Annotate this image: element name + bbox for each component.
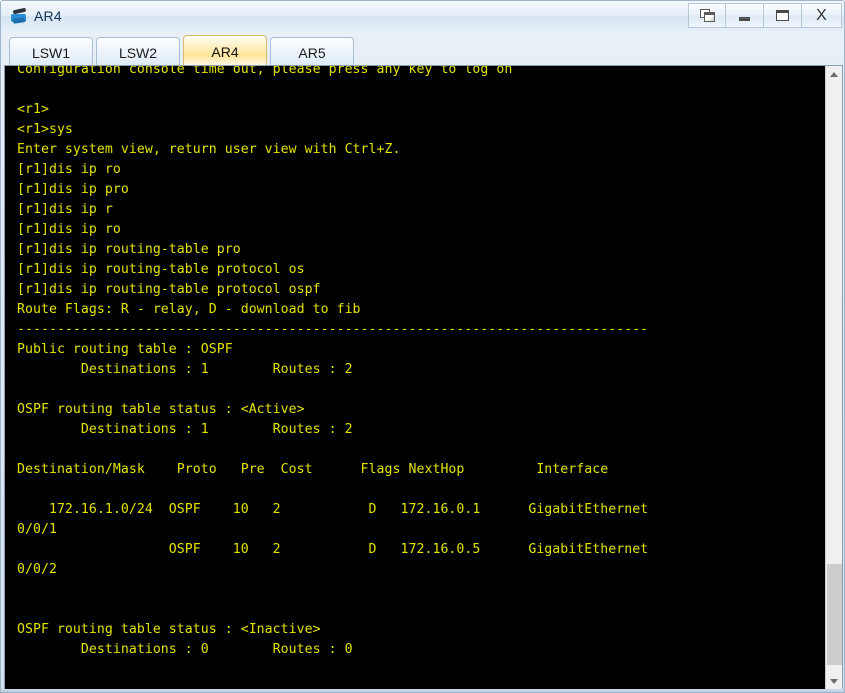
console-line: OSPF routing table status : <Active> (17, 402, 305, 417)
console-line: 172.16.1.0/24 OSPF 10 2 D 172.16.0.1 Gig… (17, 502, 649, 517)
minimize-button[interactable] (726, 3, 764, 28)
console-line: <r1> (17, 102, 49, 117)
title-bar[interactable]: AR4 X (1, 1, 844, 31)
tab-label: AR4 (211, 43, 239, 60)
console-line: Destinations : 0 Routes : 0 (17, 642, 353, 657)
minimize-icon (739, 17, 750, 21)
close-button[interactable]: X (802, 3, 842, 28)
device-tab-strip: LSW1 LSW2 AR4 AR5 (1, 31, 844, 67)
console-line: Destination/Mask Proto Pre Cost Flags Ne… (17, 462, 609, 477)
console-line: Configuration console time out, please p… (17, 66, 513, 77)
scrollbar-thumb[interactable] (827, 564, 842, 665)
window-controls: X (688, 3, 842, 29)
tab-lsw1[interactable]: LSW1 (9, 37, 93, 67)
console-line: [r1]dis ip routing-table pro (17, 242, 241, 257)
tab-label: LSW1 (31, 44, 71, 61)
restore-windows-button[interactable] (688, 3, 726, 28)
console-line: OSPF 10 2 D 172.16.0.5 GigabitEthernet (17, 542, 649, 557)
chevron-down-icon (830, 679, 838, 684)
restore-windows-icon (699, 9, 715, 22)
scroll-down-button[interactable] (826, 673, 842, 690)
router-icon (10, 7, 28, 25)
console-line: Route Flags: R - relay, D - download to … (17, 302, 361, 317)
console-output[interactable]: Configuration console time out, please p… (5, 66, 825, 690)
tab-label: LSW2 (118, 44, 158, 61)
console-line: ----------------------------------------… (17, 322, 649, 337)
console-line: Destinations : 1 Routes : 2 (17, 362, 353, 377)
console-scrollbar[interactable] (825, 66, 842, 690)
console-line: 0/0/1 (17, 522, 57, 537)
console-text: Configuration console time out, please p… (17, 66, 648, 690)
console-line: 0/0/2 (17, 562, 57, 577)
scroll-up-button[interactable] (826, 66, 842, 83)
tab-ar5[interactable]: AR5 (270, 37, 354, 67)
console-line: [r1]dis ip routing-table protocol ospf (17, 282, 321, 297)
window-bottom-edge (1, 689, 844, 692)
console-frame: Configuration console time out, please p… (4, 65, 843, 691)
chevron-up-icon (830, 72, 838, 77)
console-line: [r1]dis ip ro (17, 162, 121, 177)
console-line: [r1]dis ip pro (17, 182, 129, 197)
console-line: [r1]dis ip ro (17, 222, 121, 237)
window-title: AR4 (34, 8, 62, 24)
console-line: Public routing table : OSPF (17, 342, 233, 357)
title-bar-left: AR4 (1, 7, 62, 25)
console-line: Enter system view, return user view with… (17, 142, 401, 157)
tab-lsw2[interactable]: LSW2 (96, 37, 180, 67)
console-line: <r1>sys (17, 122, 73, 137)
tab-ar4[interactable]: AR4 (183, 35, 267, 67)
console-line: Destinations : 1 Routes : 2 (17, 422, 353, 437)
console-line: [r1]dis ip r (17, 202, 113, 217)
console-line: OSPF routing table status : <Inactive> (17, 622, 321, 637)
tab-label: AR5 (298, 44, 326, 61)
maximize-button[interactable] (764, 3, 802, 28)
maximize-icon (776, 10, 789, 21)
router-console-window: AR4 X LSW1 LSW2 AR4 AR5 Configuration co… (0, 0, 845, 693)
console-line: [r1]dis ip routing-table protocol os (17, 262, 305, 277)
close-icon: X (816, 6, 827, 24)
